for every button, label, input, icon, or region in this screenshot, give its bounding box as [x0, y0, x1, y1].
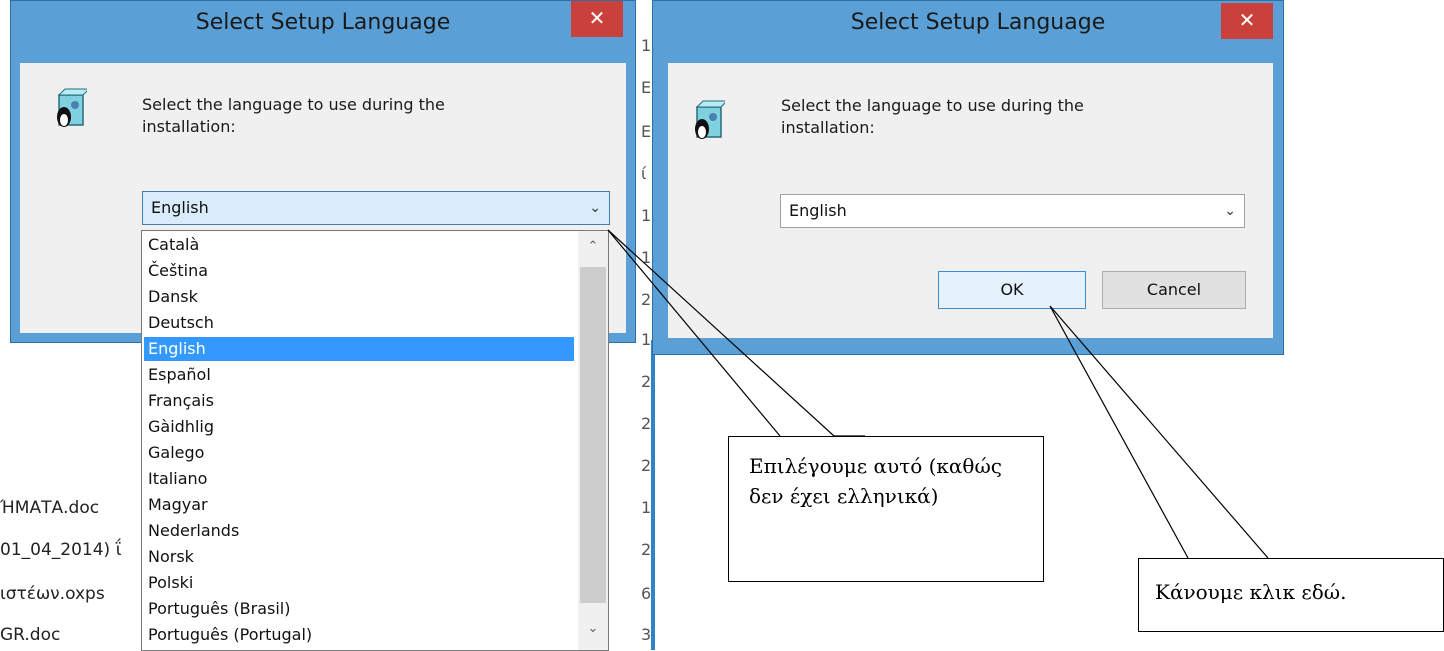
dropdown-scrollbar[interactable]: ⌃ ⌄ — [578, 231, 608, 650]
list-item[interactable]: Italiano — [144, 467, 574, 491]
language-combobox[interactable]: English ⌄ — [780, 194, 1245, 228]
bg-digit: 1 — [641, 330, 652, 349]
combo-value: English — [151, 198, 209, 217]
bg-digit: ί — [641, 164, 647, 183]
bg-file-2: 01_04_2014) ΐ — [0, 540, 122, 560]
bg-digit: 3 — [641, 625, 652, 644]
bg-file-1: ΉΜΑΤΑ.doc — [0, 498, 100, 518]
bg-digit: Ε — [641, 78, 652, 97]
list-item[interactable]: Català — [144, 233, 574, 257]
list-item[interactable]: Français — [144, 389, 574, 413]
language-dropdown-list[interactable]: Català Čeština Dansk Deutsch English Esp… — [141, 230, 609, 651]
bg-digit: 2 — [641, 456, 652, 475]
list-item[interactable]: Norsk — [144, 545, 574, 569]
close-icon[interactable]: ✕ — [1221, 3, 1273, 39]
bg-column-divider — [651, 340, 655, 650]
list-item[interactable]: Deutsch — [144, 311, 574, 335]
bg-digit: 1 — [641, 248, 652, 267]
language-combobox[interactable]: English ⌄ — [142, 191, 610, 225]
list-item[interactable]: Nederlands — [144, 519, 574, 543]
chevron-down-icon[interactable]: ⌄ — [1224, 195, 1236, 227]
callout-click-here: Κάνουμε κλικ εδώ. — [1138, 558, 1444, 632]
cancel-button[interactable]: Cancel — [1102, 271, 1246, 309]
bg-digit: 2 — [641, 414, 652, 433]
chevron-down-icon[interactable]: ⌄ — [589, 192, 601, 224]
scroll-thumb[interactable] — [580, 267, 606, 603]
bg-digit: 1 — [641, 498, 652, 517]
combo-value: English — [789, 201, 847, 220]
dialog-client: Select the language to use during the in… — [668, 63, 1273, 338]
scroll-up-icon[interactable]: ⌃ — [578, 239, 608, 254]
setup-language-dialog-2: Select Setup Language ✕ Select the langu… — [652, 0, 1284, 355]
bg-digit: 2 — [641, 540, 652, 559]
bg-digit: 1 — [641, 36, 652, 55]
close-icon[interactable]: ✕ — [571, 1, 623, 37]
scroll-down-icon[interactable]: ⌄ — [578, 621, 608, 636]
ok-button[interactable]: OK — [938, 271, 1086, 309]
list-item[interactable]: Galego — [144, 441, 574, 465]
bg-file-4: GR.doc — [0, 625, 61, 645]
prompt-text: Select the language to use during the in… — [781, 96, 1084, 137]
list-item[interactable]: Dansk — [144, 285, 574, 309]
dialog-title: Select Setup Language — [195, 10, 451, 35]
callout-text: Επιλέγουμε αυτό (καθώς δεν έχει ελληνικά… — [749, 454, 1002, 508]
list-item[interactable]: Gàidhlig — [144, 415, 574, 439]
list-item[interactable]: Polski — [144, 571, 574, 595]
list-item[interactable]: Português (Brasil) — [144, 597, 574, 621]
list-item[interactable]: Português (Portugal) — [144, 623, 574, 647]
bg-digit: 1 — [641, 206, 652, 225]
bg-file-3: ιστέων.oxps — [0, 584, 105, 604]
prompt-text: Select the language to use during the in… — [142, 95, 445, 136]
bg-digit: Ε — [641, 122, 652, 141]
callout-text: Κάνουμε κλικ εδώ. — [1155, 580, 1347, 604]
setup-penguin-icon — [57, 88, 87, 127]
list-item[interactable]: Magyar — [144, 493, 574, 517]
dialog-title: Select Setup Language — [850, 10, 1106, 35]
setup-penguin-icon — [695, 100, 725, 139]
bg-digit: 2 — [641, 290, 652, 309]
bg-digit: 6 — [641, 584, 652, 603]
bg-digit: 2 — [641, 372, 652, 391]
list-item-selected[interactable]: English — [144, 337, 574, 361]
list-item[interactable]: Čeština — [144, 259, 574, 283]
list-item[interactable]: Español — [144, 363, 574, 387]
callout-choose-this: Επιλέγουμε αυτό (καθώς δεν έχει ελληνικά… — [728, 436, 1044, 582]
